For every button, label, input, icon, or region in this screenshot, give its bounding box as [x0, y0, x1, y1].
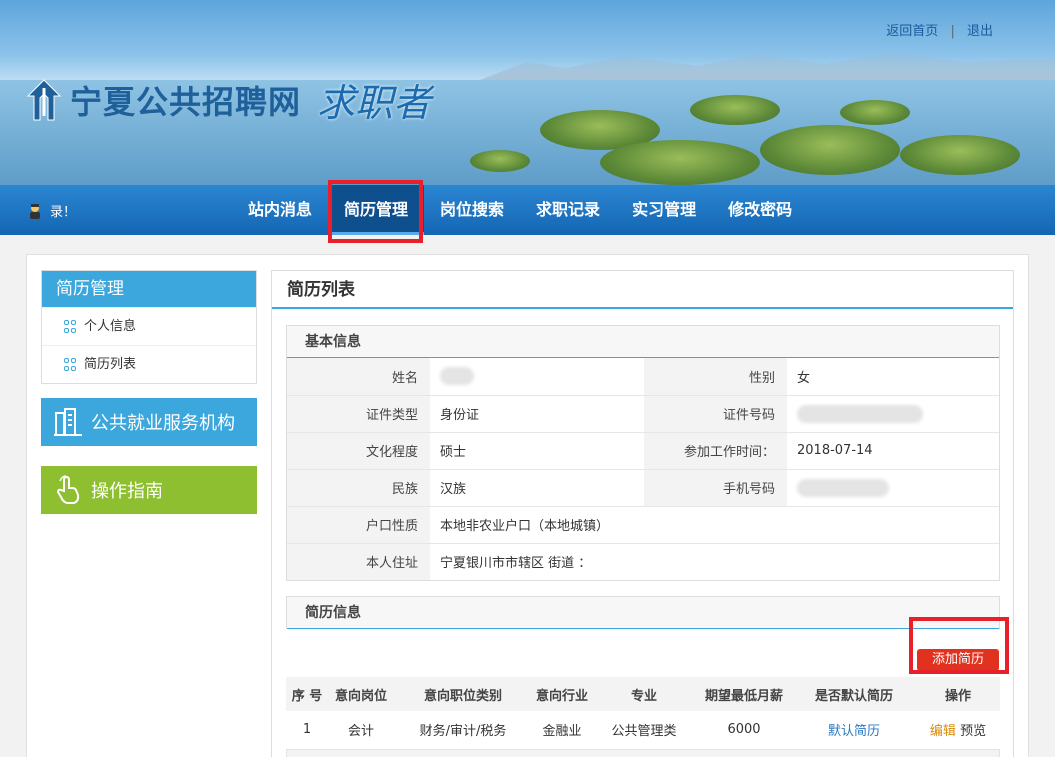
site-title: 宁夏公共招聘网 — [70, 82, 302, 121]
col-salary: 期望最低月薪 — [696, 677, 792, 711]
nav-messages[interactable]: 站内消息 — [232, 185, 328, 235]
nav-resume-management[interactable]: 简历管理 — [328, 185, 425, 235]
hand-pointer-icon — [53, 475, 83, 505]
logo-mark-icon — [24, 76, 64, 124]
education-label: 文化程度 — [287, 432, 430, 470]
nav-user-text: 录！ — [50, 205, 77, 220]
table-row: 1 会计 财务/审计/税务 金融业 公共管理类 6000 默认简历 编辑 预览 — [286, 711, 1000, 750]
row-industry: 金融业 — [532, 711, 592, 750]
address-label: 本人住址 — [287, 543, 430, 580]
col-default: 是否默认简历 — [792, 677, 916, 711]
sidebar-title: 简历管理 — [42, 271, 256, 307]
operation-guide-button[interactable]: 操作指南 — [41, 466, 257, 514]
work-start-label: 参加工作时间： — [644, 432, 787, 470]
public-services-label: 公共就业服务机构 — [91, 413, 235, 434]
nav-items: 站内消息 简历管理 岗位搜索 求职记录 实习管理 修改密码 — [232, 185, 808, 235]
operation-guide-label: 操作指南 — [91, 481, 163, 502]
gender-label: 性别 — [644, 358, 787, 396]
resume-info-heading: 简历信息 — [287, 597, 999, 629]
row-actions: 编辑 预览 — [916, 711, 1000, 750]
basic-info-panel: 基本信息 姓名 性别 女 证件类型 身份证 证件号码 文化程度 硕士 参加工作时… — [286, 325, 1000, 581]
resume-table: 序 号 意向岗位 意向职位类别 意向行业 专业 期望最低月薪 是否默认简历 操作… — [286, 677, 1000, 750]
redacted-id-number — [797, 404, 923, 423]
banner-reed — [600, 140, 760, 185]
header-banner: 返回首页 | 退出 宁夏公共招聘网 求职者 — [0, 0, 1055, 185]
work-start-value: 2018-07-14 — [787, 432, 999, 470]
link-separator: | — [950, 24, 955, 39]
row-default: 默认简历 — [792, 711, 916, 750]
banner-reed — [760, 125, 900, 175]
building-icon — [53, 407, 83, 437]
site-subtitle: 求职者 — [317, 81, 432, 125]
grid-icon — [64, 358, 77, 371]
ethnicity-label: 民族 — [287, 469, 430, 507]
redacted-phone — [797, 478, 889, 497]
top-links: 返回首页 | 退出 — [882, 20, 997, 39]
col-major: 专业 — [592, 677, 696, 711]
hukou-label: 户口性质 — [287, 506, 430, 544]
col-no: 序 号 — [286, 677, 328, 711]
name-label: 姓名 — [287, 358, 430, 396]
home-link[interactable]: 返回首页 — [886, 24, 938, 39]
sidebar-item-label: 个人信息 — [84, 318, 137, 334]
sidebar-menu: 简历管理 个人信息 简历列表 — [41, 270, 257, 384]
name-value — [430, 358, 644, 396]
hukou-value: 本地非农业户口（本地城镇） — [430, 506, 999, 544]
phone-label: 手机号码 — [644, 469, 787, 507]
gender-value: 女 — [787, 358, 999, 396]
education-value: 硕士 — [430, 432, 644, 470]
main-navbar: 录！ 站内消息 简历管理 岗位搜索 求职记录 实习管理 修改密码 — [0, 185, 1055, 235]
basic-info-table: 姓名 性别 女 证件类型 身份证 证件号码 文化程度 硕士 参加工作时间： 20… — [287, 358, 999, 580]
banner-reed — [900, 135, 1020, 175]
user-icon — [28, 203, 42, 219]
row-salary: 6000 — [696, 711, 792, 750]
nav-application-records[interactable]: 求职记录 — [520, 185, 616, 235]
address-value: 宁夏银川市市辖区 街道 ： — [440, 556, 592, 572]
banner-reed — [690, 95, 780, 125]
site-logo[interactable]: 宁夏公共招聘网 求职者 — [24, 72, 431, 127]
main-container: 简历管理 个人信息 简历列表 公共就业服务机构 操作指南 简历列表 基本信息 姓… — [26, 254, 1029, 757]
nav-user: 录！ — [28, 201, 76, 220]
resume-info-panel: 简历信息 — [286, 596, 1000, 629]
id-number-label: 证件号码 — [644, 395, 787, 433]
resume-table-header: 序 号 意向岗位 意向职位类别 意向行业 专业 期望最低月薪 是否默认简历 操作 — [286, 677, 1000, 711]
basic-info-heading: 基本信息 — [287, 326, 999, 358]
grid-icon — [64, 320, 77, 333]
sidebar-item-personal-info[interactable]: 个人信息 — [42, 307, 256, 345]
content-area: 简历列表 基本信息 姓名 性别 女 证件类型 身份证 证件号码 文化程度 硕士 … — [271, 270, 1014, 757]
row-position: 会计 — [328, 711, 394, 750]
banner-mountains — [480, 52, 1055, 80]
id-type-label: 证件类型 — [287, 395, 430, 433]
col-industry: 意向行业 — [532, 677, 592, 711]
default-resume-link[interactable]: 默认简历 — [828, 724, 880, 739]
bottom-panel-edge — [286, 749, 1000, 757]
id-type-value: 身份证 — [430, 395, 644, 433]
add-resume-button[interactable]: 添加简历 — [917, 649, 999, 671]
preview-link[interactable]: 预览 — [960, 724, 986, 739]
sidebar-item-resume-list[interactable]: 简历列表 — [42, 345, 256, 383]
public-employment-services-button[interactable]: 公共就业服务机构 — [41, 398, 257, 446]
row-no: 1 — [286, 711, 328, 750]
banner-reed — [840, 100, 910, 125]
col-position: 意向岗位 — [328, 677, 394, 711]
nav-change-password[interactable]: 修改密码 — [712, 185, 808, 235]
nav-job-search[interactable]: 岗位搜索 — [424, 185, 520, 235]
sidebar-item-label: 简历列表 — [84, 356, 137, 372]
page-title: 简历列表 — [272, 271, 1013, 309]
col-category: 意向职位类别 — [394, 677, 532, 711]
id-number-value — [787, 395, 999, 433]
redacted-name — [440, 367, 474, 386]
col-actions: 操作 — [916, 677, 1000, 711]
logout-link[interactable]: 退出 — [967, 24, 993, 39]
edit-link[interactable]: 编辑 — [930, 724, 956, 739]
row-category: 财务/审计/税务 — [394, 711, 532, 750]
nav-internship[interactable]: 实习管理 — [616, 185, 712, 235]
phone-value — [787, 469, 999, 507]
banner-reed — [470, 150, 530, 172]
ethnicity-value: 汉族 — [430, 469, 644, 507]
row-major: 公共管理类 — [592, 711, 696, 750]
